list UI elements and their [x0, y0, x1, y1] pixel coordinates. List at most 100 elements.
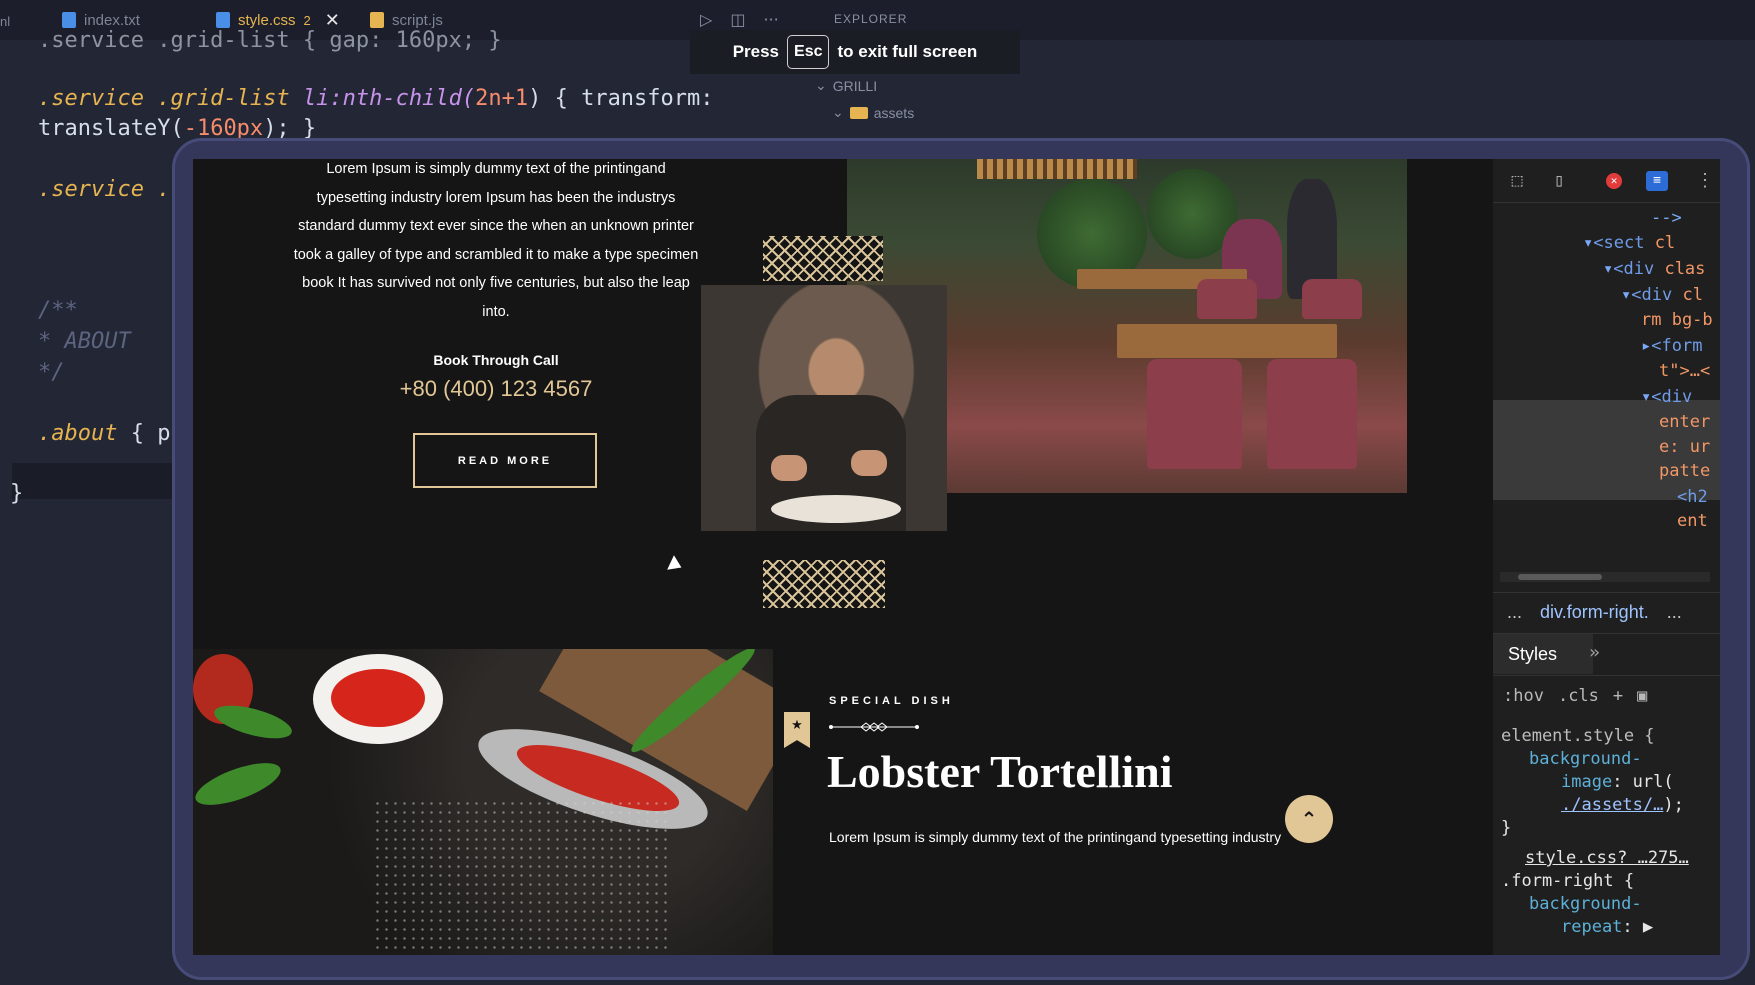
chair — [1197, 279, 1257, 319]
code-line: .about { p — [38, 421, 171, 446]
explorer-project-row[interactable]: ⌄ GRILLI — [815, 77, 877, 94]
chef-hand — [851, 450, 887, 476]
tab-edge-label: nl — [0, 14, 11, 29]
special-dish-label: SPECIAL DISH — [829, 695, 954, 707]
more-tabs-icon[interactable]: » — [1589, 642, 1600, 663]
breadcrumb-ellipsis[interactable]: ... — [1507, 602, 1522, 623]
green-leaf — [210, 699, 296, 745]
dom-line[interactable]: e: ur — [1659, 437, 1710, 457]
chef-hand — [771, 455, 807, 481]
dom-line[interactable]: rm bg-b — [1641, 310, 1713, 330]
chef-plating-image — [701, 285, 947, 531]
chevron-down-icon: ⌄ — [832, 104, 844, 120]
active-line-highlight — [12, 463, 172, 499]
dom-line[interactable]: <h2 — [1677, 487, 1708, 507]
file-text-icon — [62, 12, 76, 28]
issues-icon[interactable]: ≡ — [1646, 171, 1668, 191]
scrollbar-thumb[interactable] — [1518, 574, 1602, 580]
phone-number[interactable]: +80 (400) 123 4567 — [293, 376, 699, 402]
device-toolbar-icon[interactable]: ▯ — [1547, 169, 1571, 193]
intro-paragraph: Lorem Ipsum is simply dummy text of the … — [293, 161, 699, 320]
code-area[interactable]: .service .grid-list { gap: 160px; } .ser… — [0, 28, 714, 985]
dom-line[interactable]: enter — [1659, 412, 1710, 432]
dom-line[interactable]: ▾<div clas — [1603, 259, 1705, 279]
code-line: /** — [38, 298, 78, 323]
read-more-button[interactable]: READ MORE — [413, 433, 597, 488]
style-url[interactable]: ./assets/…); — [1501, 794, 1716, 817]
inspect-element-icon[interactable]: ⬚ — [1505, 169, 1529, 193]
tab-label: style.css — [238, 11, 296, 29]
dining-table — [1117, 324, 1337, 358]
green-leaf — [193, 754, 286, 814]
chair — [1302, 279, 1362, 319]
mouse-cursor — [667, 555, 685, 575]
salt-crystals — [373, 799, 673, 955]
problems-badge: 2 — [303, 12, 311, 28]
style-property[interactable]: image: url( — [1501, 771, 1716, 794]
closing-brace: } — [1501, 818, 1512, 838]
dom-line[interactable]: ▸<form — [1641, 336, 1702, 356]
back-to-top-button[interactable]: ⌃ — [1285, 795, 1333, 843]
class-toggle[interactable]: .cls — [1558, 686, 1599, 706]
code-line: .service . — [38, 177, 171, 202]
hover-state-toggle[interactable]: :hov — [1503, 686, 1544, 706]
js-file-icon — [370, 12, 384, 28]
styles-filter-row: :hov .cls + ▣ — [1493, 675, 1720, 715]
split-editor-icon[interactable]: ◫ — [730, 10, 745, 29]
ceiling-decor — [977, 159, 1137, 179]
page-viewport[interactable]: Lorem Ipsum is simply dummy text of the … — [193, 159, 1493, 955]
decorative-pattern — [763, 236, 883, 281]
style-property[interactable]: background- — [1501, 893, 1716, 916]
dom-line[interactable]: ▾<div — [1641, 387, 1692, 407]
chevron-down-icon: ⌄ — [815, 77, 827, 93]
dom-line[interactable]: ent — [1677, 511, 1708, 531]
star-bookmark-icon: ★ — [784, 712, 810, 748]
notice-text: to exit full screen — [837, 42, 978, 61]
explorer-folder-assets[interactable]: ⌄ assets — [832, 104, 914, 121]
form-right-selector: .form-right { — [1501, 871, 1635, 891]
more-actions-icon[interactable]: ··· — [763, 10, 778, 29]
devtools-subtabs: Styles » — [1493, 633, 1720, 674]
devtools-toolbar: ⬚ ▯ ✕ ≡ ⋮ — [1493, 159, 1720, 203]
error-count-icon[interactable]: ✕ — [1606, 173, 1622, 189]
code-line: } — [10, 481, 24, 506]
style-property[interactable]: background- — [1501, 748, 1716, 771]
notice-press: Press — [732, 42, 780, 61]
editor-actions: ▷ ◫ ··· — [700, 10, 779, 29]
decorative-pattern — [763, 560, 885, 608]
style-property[interactable]: repeat: ▶ — [1501, 916, 1716, 939]
folder-name: assets — [873, 104, 915, 121]
dom-line[interactable]: patte — [1659, 461, 1710, 481]
code-line: .service .grid-list { gap: 160px; } — [38, 28, 502, 53]
source-link[interactable]: style.css? …275… — [1501, 847, 1716, 870]
dish-description: Lorem Ipsum is simply dummy text of the … — [829, 829, 1282, 845]
css-file-icon — [216, 12, 230, 28]
folder-icon — [849, 106, 868, 119]
dom-line[interactable]: --> — [1651, 208, 1682, 228]
tab-label: index.txt — [84, 11, 140, 29]
chair — [1147, 359, 1242, 469]
dom-line[interactable]: ▾<sect cl — [1583, 233, 1675, 253]
sauce — [331, 669, 425, 727]
project-name: GRILLI — [832, 77, 878, 94]
ornament-divider — [829, 722, 919, 732]
run-icon[interactable]: ▷ — [700, 10, 712, 29]
more-options-icon[interactable]: ⋮ — [1693, 169, 1717, 193]
horizontal-scrollbar[interactable] — [1500, 572, 1710, 582]
code-line: */ — [38, 360, 65, 385]
tab-label: script.js — [392, 11, 443, 29]
dom-line[interactable]: ▾<div cl — [1621, 285, 1703, 305]
breadcrumb-item[interactable]: div.form-right. — [1540, 602, 1649, 623]
code-line: .service .grid-list li:nth-child(2n+1) {… — [38, 86, 714, 111]
devtools-panel: ⬚ ▯ ✕ ≡ ⋮ --> ▾<sect cl ▾<div clas ▾<div… — [1493, 159, 1720, 955]
dom-breadcrumb: ... div.form-right. ... — [1493, 592, 1720, 632]
code-line: * ABOUT — [38, 329, 131, 354]
paint-icon[interactable]: ▣ — [1637, 686, 1647, 706]
dish-title: Lobster Tortellini — [827, 746, 1173, 797]
breadcrumb-more[interactable]: ... — [1667, 602, 1682, 623]
new-rule-button[interactable]: + — [1613, 686, 1623, 706]
book-label: Book Through Call — [433, 352, 559, 368]
tab-styles[interactable]: Styles — [1493, 634, 1593, 674]
dom-line[interactable]: t">…< — [1659, 361, 1710, 381]
element-style-selector: element.style { — [1501, 726, 1655, 746]
